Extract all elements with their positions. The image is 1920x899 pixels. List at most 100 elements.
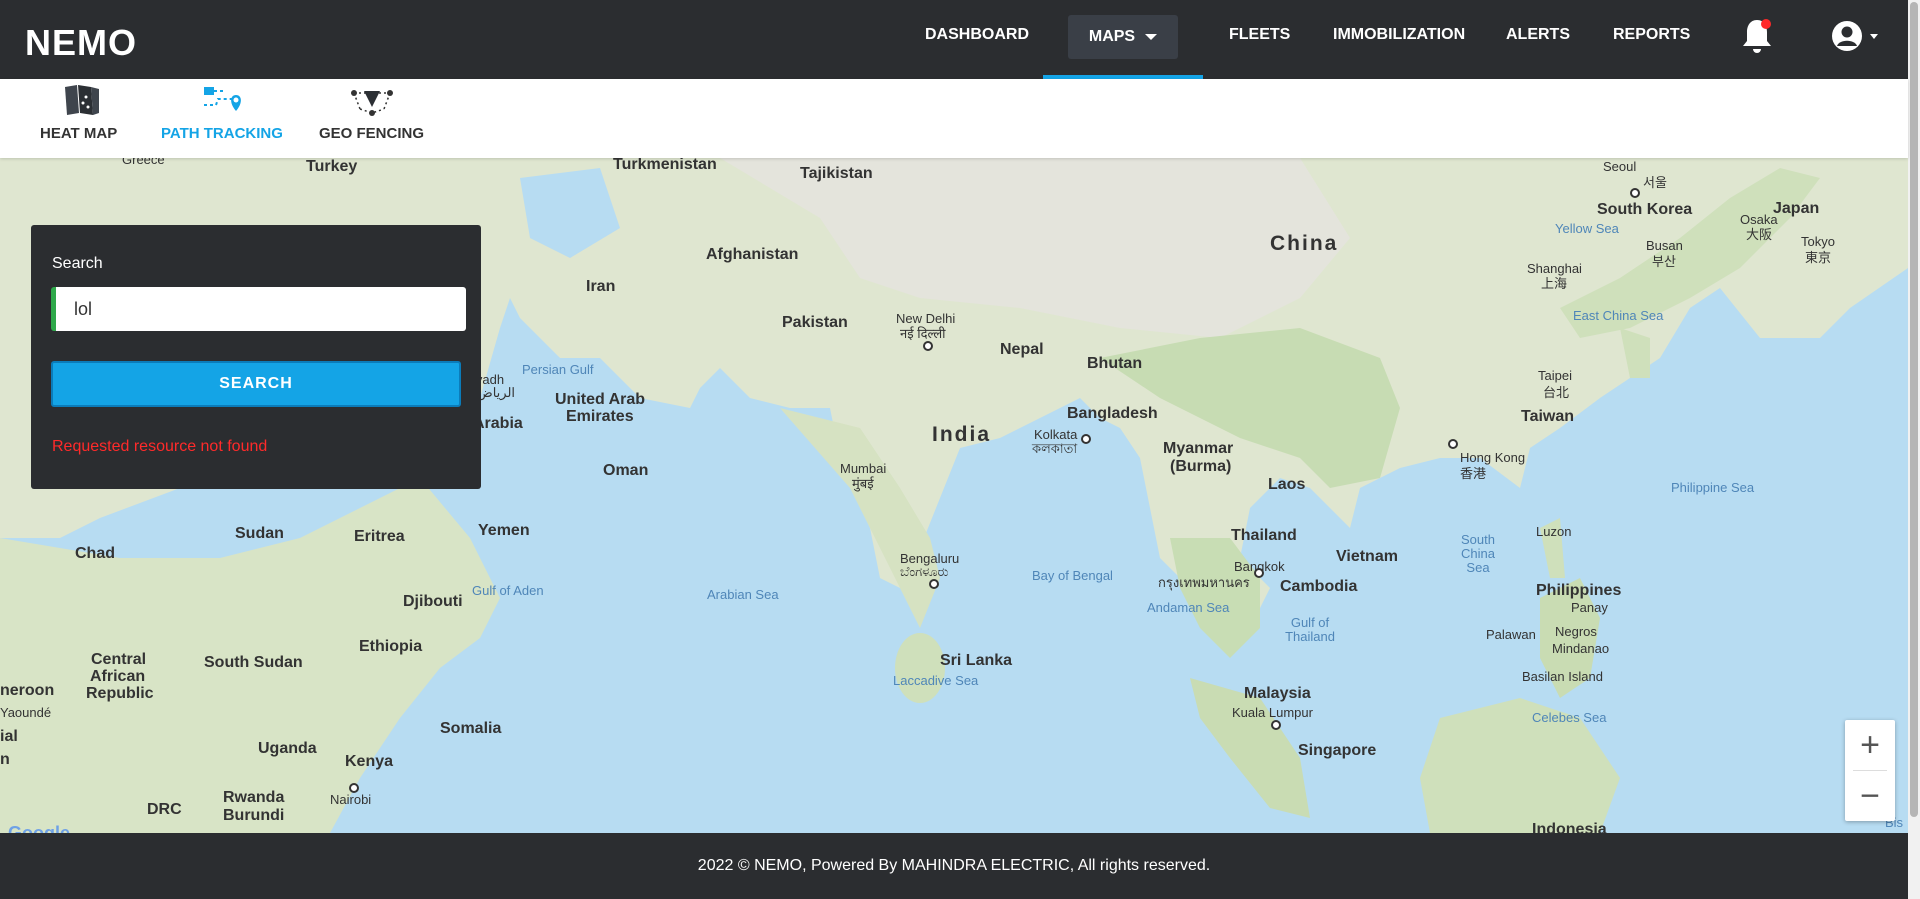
map-label: 台北 xyxy=(1543,385,1570,400)
nemo-logo[interactable]: NEMO xyxy=(25,22,137,64)
map-label: Japan xyxy=(1773,200,1820,217)
user-circle-icon[interactable] xyxy=(1830,19,1882,53)
map-label: 서울 xyxy=(1643,175,1667,190)
map-label: Turkmenistan xyxy=(613,158,717,173)
submenu-heat-map-label: HEAT MAP xyxy=(40,125,118,142)
map-label: Nepal xyxy=(1000,341,1044,358)
map-label: Eritrea xyxy=(354,528,405,545)
map-label: South Korea xyxy=(1597,201,1693,218)
search-label: Search xyxy=(52,255,103,272)
map-label: Afghanistan xyxy=(706,246,799,263)
map-label: India xyxy=(932,423,992,446)
search-input[interactable] xyxy=(51,287,466,331)
city-marker xyxy=(1271,720,1281,730)
map-label: नई दिल्ली xyxy=(900,326,946,341)
map-label: Ethiopia xyxy=(359,638,423,655)
scrollbar[interactable] xyxy=(1908,0,1920,899)
map-label: Taipei xyxy=(1538,368,1572,383)
submenu-heat-map[interactable]: HEAT MAP xyxy=(40,83,117,142)
nav-alerts[interactable]: ALERTS xyxy=(1506,26,1570,44)
search-error-message: Requested resource not found xyxy=(52,438,268,455)
zoom-in-button[interactable]: + xyxy=(1845,720,1895,770)
map-label: East China Sea xyxy=(1573,308,1664,323)
city-marker xyxy=(929,579,939,589)
map-label: Bay of Bengal xyxy=(1032,568,1113,583)
submenu-geo-fencing[interactable]: GEO FENCING xyxy=(319,83,424,142)
map-label: Arabian Sea xyxy=(707,587,779,602)
map-label: (Burma) xyxy=(1170,458,1232,475)
map-label: Sudan xyxy=(235,525,284,542)
map-label: Emirates xyxy=(566,408,634,425)
map-label: United Arab xyxy=(555,391,646,408)
map-label: Kuala Lumpur xyxy=(1232,705,1313,720)
map-label: Myanmar xyxy=(1163,440,1234,457)
map-label: Rwanda xyxy=(223,789,285,806)
map-label: Pakistan xyxy=(782,314,848,331)
bell-icon[interactable] xyxy=(1740,16,1774,56)
geo-fencing-icon xyxy=(350,90,393,116)
map-label: Philippine Sea xyxy=(1671,480,1755,495)
footer-copyright: 2022 © NEMO, Powered By MAHINDRA ELECTRI… xyxy=(697,857,1211,874)
map-label: 大阪 xyxy=(1746,227,1773,242)
map-label: South China Sea xyxy=(1461,532,1495,575)
nav-fleets[interactable]: FLEETS xyxy=(1229,26,1290,44)
map-label: Central xyxy=(91,651,147,668)
zoom-out-button[interactable]: − xyxy=(1845,771,1895,821)
map-label: กรุงเทพมหานคร xyxy=(1158,575,1250,590)
map-label: Andaman Sea xyxy=(1147,600,1230,615)
map-label: Sri Lanka xyxy=(940,652,1013,669)
path-tracking-icon xyxy=(203,87,241,111)
zoom-controls: + − xyxy=(1845,720,1895,821)
map-label: 부산 xyxy=(1652,254,1676,269)
chevron-down-icon xyxy=(1145,34,1158,40)
map-label: Mindanao xyxy=(1552,641,1610,656)
city-marker xyxy=(1254,568,1264,578)
heat-map-icon xyxy=(64,85,99,115)
city-marker xyxy=(1630,188,1640,198)
map-label: China xyxy=(1270,232,1339,255)
map-label: Palawan xyxy=(1486,627,1536,642)
map-label: South Sudan xyxy=(204,654,303,671)
map-label: Vietnam xyxy=(1336,548,1398,565)
map-label: Laos xyxy=(1268,476,1306,493)
map-label: Panay xyxy=(1571,600,1608,615)
map-label: Negros xyxy=(1555,624,1597,639)
nav-reports[interactable]: REPORTS xyxy=(1613,26,1690,44)
nav-maps-dropdown[interactable]: MAPS xyxy=(1068,15,1178,59)
map-label: Republic xyxy=(86,685,154,702)
map-label: DRC xyxy=(147,801,182,818)
map-label: Thailand xyxy=(1231,527,1297,544)
map-label: Bangladesh xyxy=(1067,405,1158,422)
submenu-geo-fencing-label: GEO FENCING xyxy=(319,125,425,142)
nav-dashboard[interactable]: DASHBOARD xyxy=(925,26,1029,44)
map-label: 香港 xyxy=(1460,466,1487,481)
map-label: Kenya xyxy=(345,753,394,770)
map-label: Seoul xyxy=(1603,159,1637,174)
map-label: ial xyxy=(0,728,18,745)
submenu-path-tracking-label: PATH TRACKING xyxy=(161,125,283,142)
map-label: n xyxy=(0,751,10,768)
map-label: Singapore xyxy=(1298,742,1377,759)
city-marker xyxy=(1081,434,1091,444)
map-label: Laccadive Sea xyxy=(893,673,979,688)
scroll-thumb[interactable] xyxy=(1910,2,1918,817)
google-logo: Google xyxy=(8,823,70,833)
map-label: Persian Gulf xyxy=(522,362,594,377)
map-label: Celebes Sea xyxy=(1532,710,1607,725)
map-label: الرياض xyxy=(477,385,516,400)
map-label: 東京 xyxy=(1805,250,1832,265)
map-label: Basilan Island xyxy=(1522,669,1603,684)
map-label: Gulf of Thailand xyxy=(1285,615,1335,644)
search-panel: Search SEARCH Requested resource not fou… xyxy=(31,225,481,489)
map-label: Chad xyxy=(75,545,115,562)
map-label: Yaoundé xyxy=(0,705,52,720)
map-label: Iran xyxy=(586,278,616,295)
city-marker xyxy=(349,783,359,793)
search-button[interactable]: SEARCH xyxy=(51,361,461,407)
map-label: Luzon xyxy=(1536,524,1572,539)
map-label: African xyxy=(90,668,146,685)
map-label: मुंबई xyxy=(852,476,874,491)
submenu-path-tracking[interactable]: PATH TRACKING xyxy=(161,83,283,142)
map-label: Malaysia xyxy=(1244,685,1311,702)
nav-immobilization[interactable]: IMMOBILIZATION xyxy=(1333,26,1465,44)
